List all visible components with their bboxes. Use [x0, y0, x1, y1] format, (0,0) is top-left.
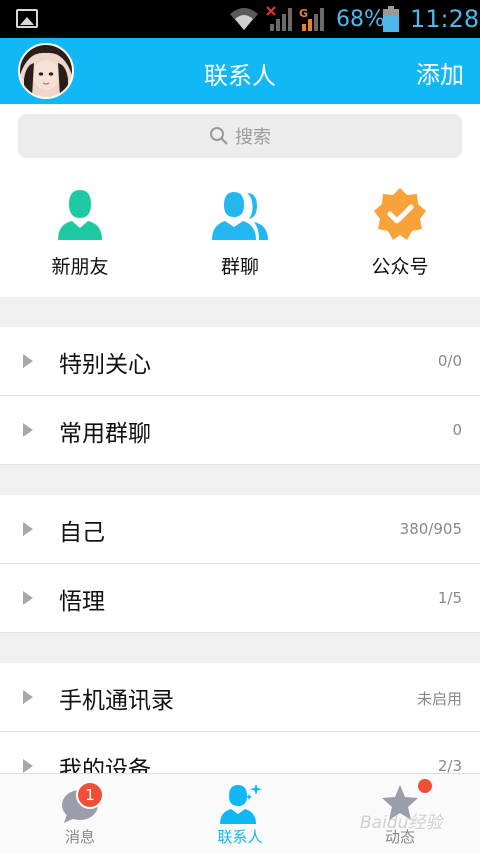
search-icon — [210, 127, 228, 145]
group-count: 1/5 — [437, 589, 462, 607]
group-row-special-care[interactable]: 特别关心 0/0 — [0, 327, 480, 396]
battery-percent: 68% — [336, 7, 385, 32]
section-divider — [0, 633, 480, 663]
expand-arrow-icon — [23, 690, 33, 704]
signal-g-icon: G — [299, 7, 324, 31]
group-icon — [212, 192, 268, 240]
app-header: 联系人 添加 — [0, 38, 480, 104]
group-label: 自己 — [59, 520, 105, 546]
group-count: 0 — [452, 421, 462, 439]
public-accounts-entry[interactable]: 公众号 — [320, 170, 480, 296]
public-accounts-label: 公众号 — [371, 256, 429, 278]
group-label: 常用群聊 — [59, 421, 151, 447]
new-friends-label: 新朋友 — [51, 256, 109, 278]
search-placeholder: 搜索 — [235, 127, 271, 148]
group-label: 悟理 — [59, 589, 105, 615]
tab-label: 联系人 — [217, 828, 263, 846]
group-count: 未启用 — [416, 690, 462, 708]
signal-no-service-icon — [266, 6, 292, 31]
notification-dot — [418, 779, 432, 793]
quick-entries: 新朋友 群聊 公众号 — [0, 170, 480, 296]
image-icon — [16, 9, 38, 28]
add-button[interactable]: 添加 — [416, 55, 464, 90]
new-friends-entry[interactable]: 新朋友 — [0, 170, 160, 296]
verified-badge-icon — [374, 188, 426, 240]
expand-arrow-icon — [23, 423, 33, 437]
watermark: Baidu经验 — [360, 813, 443, 833]
tab-label: 消息 — [64, 828, 95, 846]
clock: 11:28 — [410, 5, 480, 33]
person-icon — [58, 190, 102, 240]
search-input[interactable]: 搜索 — [18, 114, 462, 158]
group-row-self[interactable]: 自己 380/905 — [0, 495, 480, 564]
page-title: 联系人 — [204, 62, 276, 90]
section-divider — [0, 465, 480, 495]
group-count: 0/0 — [437, 352, 462, 370]
tab-contacts[interactable]: 联系人 — [160, 774, 320, 854]
group-chat-label: 群聊 — [220, 256, 259, 278]
group-row-wuli[interactable]: 悟理 1/5 — [0, 564, 480, 633]
expand-arrow-icon — [23, 354, 33, 368]
group-row-phone-contacts[interactable]: 手机通讯录 未启用 — [0, 663, 480, 732]
expand-arrow-icon — [23, 522, 33, 536]
status-bar: G 68% 11:28 — [0, 0, 480, 38]
battery-icon — [383, 6, 399, 32]
svg-text:G: G — [299, 7, 308, 20]
contacts-icon — [220, 784, 262, 824]
group-row-common-groups[interactable]: 常用群聊 0 — [0, 396, 480, 465]
unread-badge: 1 — [76, 781, 104, 809]
tab-messages[interactable]: 1 消息 — [0, 774, 160, 854]
group-chat-entry[interactable]: 群聊 — [160, 170, 320, 296]
wifi-icon — [230, 8, 258, 30]
group-label: 手机通讯录 — [59, 688, 174, 714]
group-count: 380/905 — [399, 520, 462, 538]
expand-arrow-icon — [23, 759, 33, 773]
expand-arrow-icon — [23, 591, 33, 605]
group-label: 特别关心 — [59, 352, 151, 378]
section-divider — [0, 297, 480, 327]
